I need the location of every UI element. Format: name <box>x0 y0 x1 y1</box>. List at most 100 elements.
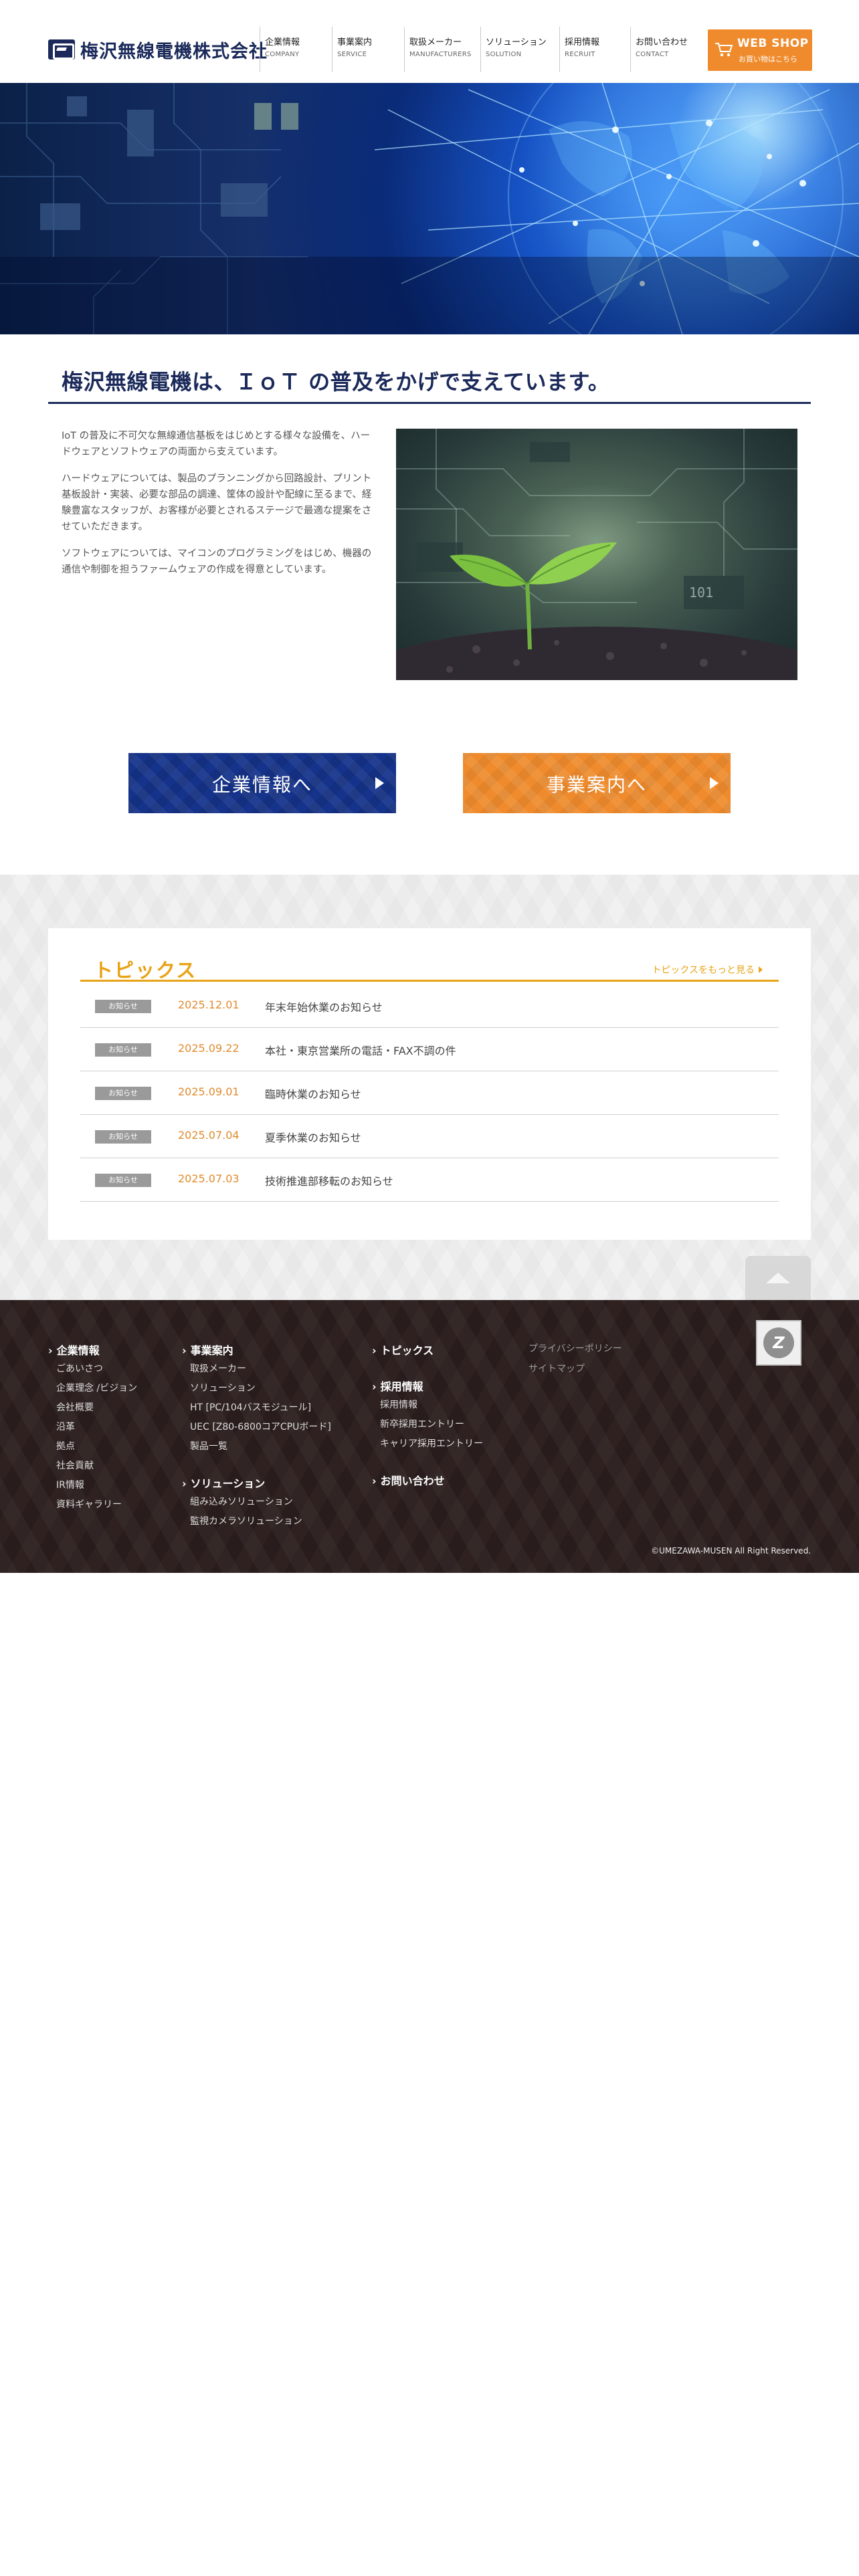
intro-heading: 梅沢無線電機は、ＩｏＴ の普及をかげで支えています。 <box>48 358 811 404</box>
nav-label-jp: 企業情報 <box>265 37 300 47</box>
nav-manufacturers[interactable]: 取扱メーカー MANUFACTURERS <box>404 27 480 72</box>
nav-label-en: SOLUTION <box>486 51 522 58</box>
footer-col-service: 事業案内 取扱メーカー ソリューション HT [PC/104バスモジュール] U… <box>182 1341 331 1533</box>
topic-badge: お知らせ <box>95 1043 151 1057</box>
arrow-right-icon <box>375 777 384 789</box>
nav-label-en: RECRUIT <box>565 51 595 58</box>
footer-link[interactable]: 新卒採用エントリー <box>372 1417 483 1436</box>
footer-link[interactable]: ソリューション <box>182 1381 331 1400</box>
footer-link[interactable]: 監視カメラソリューション <box>182 1514 331 1533</box>
topic-title[interactable]: 臨時休業のお知らせ <box>265 1085 361 1101</box>
topic-date: 2025.07.04 <box>178 1129 240 1142</box>
nav-service[interactable]: 事業案内 SERVICE <box>332 27 404 72</box>
footer-link[interactable]: HT [PC/104バスモジュール] <box>182 1400 331 1420</box>
footer-logo-mark-icon <box>763 1327 794 1358</box>
topic-row[interactable]: お知らせ 2025.09.22 本社・東京営業所の電話・FAX不調の件 <box>80 1028 779 1071</box>
cart-icon <box>715 43 733 57</box>
footer-link[interactable]: 企業理念 /ビジョン <box>48 1381 137 1400</box>
footer-link[interactable]: UEC [Z80-6800コアCPUボード] <box>182 1420 331 1439</box>
footer-col-misc: プライバシーポリシー サイトマップ <box>529 1341 622 1382</box>
arrow-up-icon <box>766 1273 790 1283</box>
topics-card: トピックス トピックスをもっと見る お知らせ 2025.12.01 年末年始休業… <box>48 928 811 1240</box>
footer-head-company[interactable]: 企業情報 <box>48 1341 137 1362</box>
arrow-right-icon <box>759 966 763 973</box>
service-info-button[interactable]: 事業案内へ <box>463 753 731 813</box>
footer-head-topics[interactable]: トピックス <box>372 1341 483 1362</box>
sitemap-link[interactable]: サイトマップ <box>529 1362 622 1382</box>
topics-section: トピックス トピックスをもっと見る お知らせ 2025.12.01 年末年始休業… <box>0 875 859 1300</box>
topic-row[interactable]: お知らせ 2025.09.01 臨時休業のお知らせ <box>80 1071 779 1115</box>
topics-more-label: トピックスをもっと見る <box>652 965 755 976</box>
footer-link[interactable]: 沿革 <box>48 1420 137 1439</box>
footer-link[interactable]: 取扱メーカー <box>182 1362 331 1381</box>
footer-head-recruit[interactable]: 採用情報 <box>372 1378 483 1398</box>
sprout-on-circuit-photo: 101 <box>396 429 797 680</box>
footer-head-solution[interactable]: ソリューション <box>182 1475 331 1495</box>
footer-link[interactable]: 社会貢献 <box>48 1459 137 1478</box>
nav-label-jp: お問い合わせ <box>636 37 688 47</box>
topic-row[interactable]: お知らせ 2025.07.03 技術推進部移転のお知らせ <box>80 1158 779 1202</box>
copyright: ©UMEZAWA-MUSEN All Right Reserved. <box>651 1546 811 1555</box>
intro-text: IoT の普及に不可欠な無線通信基板をはじめとする様々な設備を、ハードウェアとソ… <box>62 428 375 588</box>
footer-link[interactable]: IR情報 <box>48 1478 137 1497</box>
footer-link[interactable]: 資料ギャラリー <box>48 1497 137 1517</box>
footer-link[interactable]: 会社概要 <box>48 1400 137 1420</box>
nav-label-jp: 採用情報 <box>565 37 600 47</box>
hero-banner <box>0 83 859 334</box>
footer-link[interactable]: 組み込みソリューション <box>182 1495 331 1514</box>
company-info-button[interactable]: 企業情報へ <box>128 753 396 813</box>
nav-label-en: CONTACT <box>636 51 669 58</box>
footer-logo[interactable] <box>756 1320 801 1366</box>
topic-date: 2025.09.01 <box>178 1085 240 1098</box>
logo-text: 梅沢無線電機株式会社 <box>80 41 268 62</box>
topic-badge: お知らせ <box>95 1000 151 1013</box>
footer-col-topics: トピックス 採用情報 採用情報 新卒採用エントリー キャリア採用エントリー お問… <box>372 1341 483 1492</box>
topics-header: トピックス トピックスをもっと見る <box>80 951 779 982</box>
nav-label-jp: 取扱メーカー <box>409 37 462 47</box>
nav-label-jp: 事業案内 <box>337 37 373 47</box>
footer-head-contact[interactable]: お問い合わせ <box>372 1472 483 1492</box>
nav-company[interactable]: 企業情報 COMPANY <box>260 27 332 72</box>
privacy-policy-link[interactable]: プライバシーポリシー <box>529 1341 622 1362</box>
topic-row[interactable]: お知らせ 2025.12.01 年末年始休業のお知らせ <box>80 984 779 1028</box>
topic-date: 2025.12.01 <box>178 998 240 1011</box>
topic-row[interactable]: お知らせ 2025.07.04 夏季休業のお知らせ <box>80 1115 779 1158</box>
topic-title[interactable]: 年末年始休業のお知らせ <box>265 998 383 1014</box>
global-nav: 企業情報 COMPANY 事業案内 SERVICE 取扱メーカー MANUFAC… <box>260 27 702 72</box>
topics-more-link[interactable]: トピックスをもっと見る <box>652 963 763 976</box>
intro-heading-text: 梅沢無線電機は、ＩｏＴ の普及をかげで支えています。 <box>62 369 610 395</box>
hero-image <box>0 83 859 334</box>
topic-badge: お知らせ <box>95 1174 151 1187</box>
site-header: 梅沢無線電機株式会社 企業情報 COMPANY 事業案内 SERVICE 取扱メ… <box>0 0 859 83</box>
company-logo[interactable]: 梅沢無線電機株式会社 <box>48 37 268 62</box>
footer-link[interactable]: キャリア採用エントリー <box>372 1436 483 1456</box>
nav-label-en: MANUFACTURERS <box>409 51 472 58</box>
page-top-button[interactable] <box>745 1256 811 1300</box>
footer-link[interactable]: 採用情報 <box>372 1398 483 1417</box>
nav-label-jp: ソリューション <box>486 37 547 47</box>
site-footer: 企業情報 ごあいさつ 企業理念 /ビジョン 会社概要 沿革 拠点 社会貢献 IR… <box>0 1300 859 1573</box>
footer-head-service[interactable]: 事業案内 <box>182 1341 331 1362</box>
webshop-button[interactable]: WEB SHOP お買い物はこちら <box>708 29 812 71</box>
footer-link[interactable]: 製品一覧 <box>182 1439 331 1459</box>
topic-title[interactable]: 夏季休業のお知らせ <box>265 1129 361 1145</box>
webshop-subtitle: お買い物はこちら <box>739 55 797 64</box>
topic-date: 2025.09.22 <box>178 1042 240 1055</box>
webshop-title: WEB SHOP <box>737 37 809 50</box>
intro-paragraph: IoT の普及に不可欠な無線通信基板をはじめとする様々な設備を、ハードウェアとソ… <box>62 431 371 457</box>
nav-label-en: COMPANY <box>265 51 300 58</box>
nav-contact[interactable]: お問い合わせ CONTACT <box>630 27 702 72</box>
nav-solution[interactable]: ソリューション SOLUTION <box>480 27 559 72</box>
nav-label-en: SERVICE <box>337 51 367 58</box>
topic-date: 2025.07.03 <box>178 1172 240 1185</box>
topic-badge: お知らせ <box>95 1130 151 1144</box>
svg-text:101: 101 <box>689 584 713 601</box>
footer-link[interactable]: 拠点 <box>48 1439 137 1459</box>
topic-badge: お知らせ <box>95 1087 151 1100</box>
topic-title[interactable]: 技術推進部移転のお知らせ <box>265 1172 393 1188</box>
nav-recruit[interactable]: 採用情報 RECRUIT <box>559 27 630 72</box>
topics-title: トピックス <box>94 959 197 982</box>
arrow-right-icon <box>710 777 719 789</box>
footer-link[interactable]: ごあいさつ <box>48 1362 137 1381</box>
topic-title[interactable]: 本社・東京営業所の電話・FAX不調の件 <box>265 1042 456 1058</box>
